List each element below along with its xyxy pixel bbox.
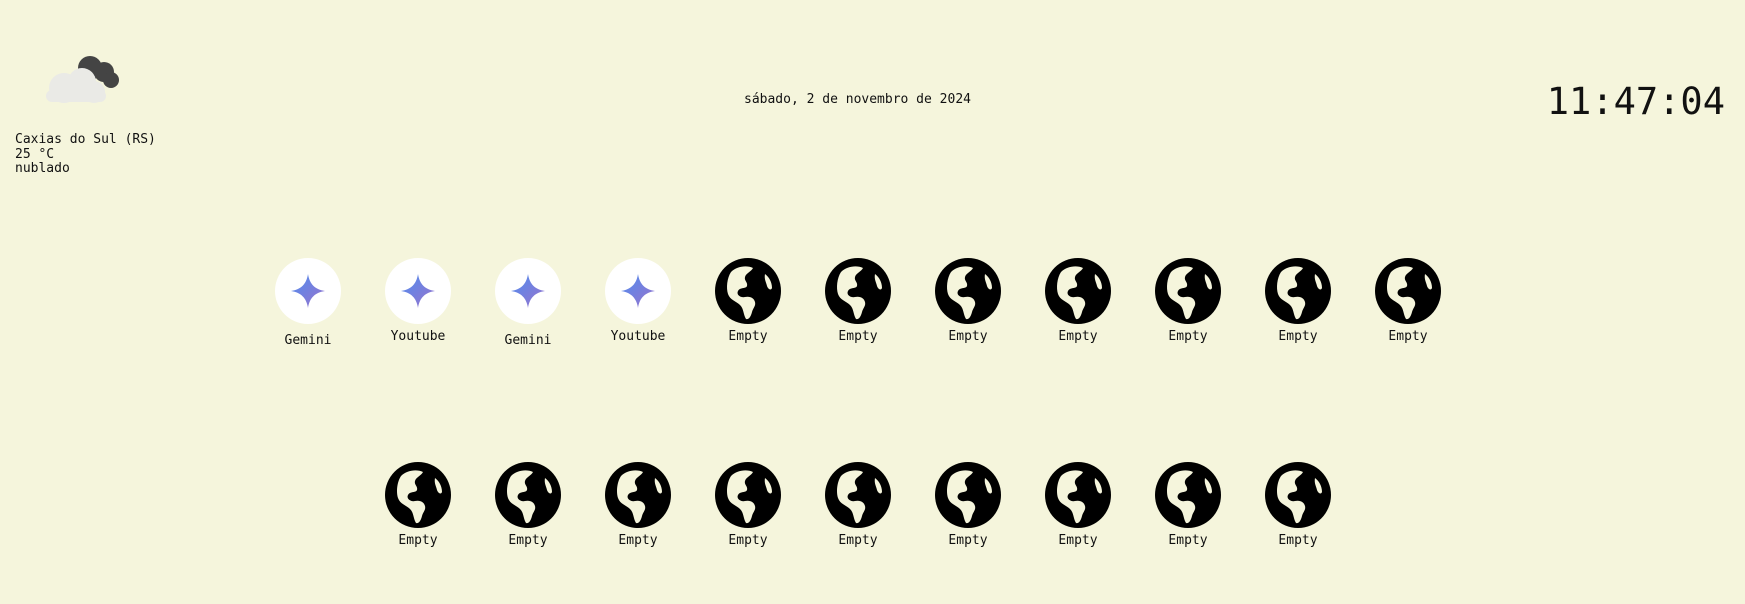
shortcut-empty[interactable]: Empty bbox=[825, 258, 891, 348]
weather-temperature: 25 °C bbox=[15, 146, 55, 162]
shortcuts-row-2: Empty Empty Empty Empty Empty Empty Empt… bbox=[0, 462, 1745, 548]
shortcut-label: Empty bbox=[508, 533, 548, 548]
shortcut-label: Gemini bbox=[284, 333, 332, 348]
globe-icon bbox=[935, 258, 1001, 324]
gemini-icon bbox=[605, 258, 671, 324]
globe-icon bbox=[1375, 258, 1441, 324]
shortcut-youtube[interactable]: Youtube bbox=[605, 258, 671, 348]
gemini-icon bbox=[385, 258, 451, 324]
gemini-icon bbox=[275, 258, 341, 324]
shortcut-label: Empty bbox=[728, 329, 768, 344]
shortcut-label: Empty bbox=[1388, 329, 1428, 344]
shortcut-label: Empty bbox=[1168, 533, 1208, 548]
weather-info: Caxias do Sul (RS) 25 °C nublado bbox=[15, 132, 156, 177]
shortcut-label: Youtube bbox=[610, 329, 666, 344]
shortcut-empty[interactable]: Empty bbox=[605, 462, 671, 548]
shortcut-label: Empty bbox=[1168, 329, 1208, 344]
shortcut-label: Empty bbox=[838, 533, 878, 548]
weather-city: Caxias do Sul (RS) bbox=[15, 132, 156, 147]
globe-icon bbox=[1155, 462, 1221, 528]
shortcut-empty[interactable]: Empty bbox=[1045, 462, 1111, 548]
weather-condition: nublado bbox=[15, 161, 70, 176]
globe-icon bbox=[935, 462, 1001, 528]
shortcut-empty[interactable]: Empty bbox=[1045, 258, 1111, 348]
shortcut-label: Empty bbox=[1278, 533, 1318, 548]
shortcut-empty[interactable]: Empty bbox=[385, 462, 451, 548]
globe-icon bbox=[385, 462, 451, 528]
shortcut-empty[interactable]: Empty bbox=[1265, 462, 1331, 548]
shortcut-label: Empty bbox=[618, 533, 658, 548]
shortcut-empty[interactable]: Empty bbox=[715, 462, 781, 548]
globe-icon bbox=[495, 462, 561, 528]
shortcut-empty[interactable]: Empty bbox=[1265, 258, 1331, 348]
globe-icon bbox=[825, 462, 891, 528]
globe-icon bbox=[1155, 258, 1221, 324]
shortcut-empty[interactable]: Empty bbox=[825, 462, 891, 548]
shortcut-empty[interactable]: Empty bbox=[1155, 258, 1221, 348]
shortcut-empty[interactable]: Empty bbox=[1155, 462, 1221, 548]
globe-icon bbox=[1265, 462, 1331, 528]
globe-icon bbox=[715, 462, 781, 528]
shortcut-label: Gemini bbox=[504, 333, 552, 348]
shortcut-label: Empty bbox=[1058, 533, 1098, 548]
shortcut-empty[interactable]: Empty bbox=[715, 258, 781, 348]
gemini-icon bbox=[495, 258, 561, 324]
shortcut-label: Empty bbox=[948, 533, 988, 548]
shortcut-label: Youtube bbox=[390, 329, 446, 344]
shortcut-label: Empty bbox=[728, 533, 768, 548]
globe-icon bbox=[1045, 258, 1111, 324]
shortcut-label: Empty bbox=[398, 533, 438, 548]
shortcut-label: Empty bbox=[1278, 329, 1318, 344]
shortcut-empty[interactable]: Empty bbox=[1375, 258, 1441, 348]
shortcut-gemini[interactable]: Gemini bbox=[275, 258, 341, 348]
globe-icon bbox=[1265, 258, 1331, 324]
globe-icon bbox=[825, 258, 891, 324]
weather-widget: Caxias do Sul (RS) 25 °C nublado bbox=[15, 48, 156, 177]
globe-icon bbox=[605, 462, 671, 528]
shortcut-label: Empty bbox=[1058, 329, 1098, 344]
date-display: sábado, 2 de novembro de 2024 bbox=[744, 92, 971, 107]
shortcut-empty[interactable]: Empty bbox=[495, 462, 561, 548]
shortcut-label: Empty bbox=[948, 329, 988, 344]
clock-display: 11:47:04 bbox=[1546, 80, 1725, 123]
globe-icon bbox=[1045, 462, 1111, 528]
shortcut-empty[interactable]: Empty bbox=[935, 462, 1001, 548]
shortcut-empty[interactable]: Empty bbox=[935, 258, 1001, 348]
shortcut-youtube[interactable]: Youtube bbox=[385, 258, 451, 348]
shortcut-label: Empty bbox=[838, 329, 878, 344]
shortcut-gemini[interactable]: Gemini bbox=[495, 258, 561, 348]
globe-icon bbox=[715, 258, 781, 324]
shortcuts-row-1: Gemini Youtube Gemini Youtube Empty Empt… bbox=[0, 258, 1745, 348]
